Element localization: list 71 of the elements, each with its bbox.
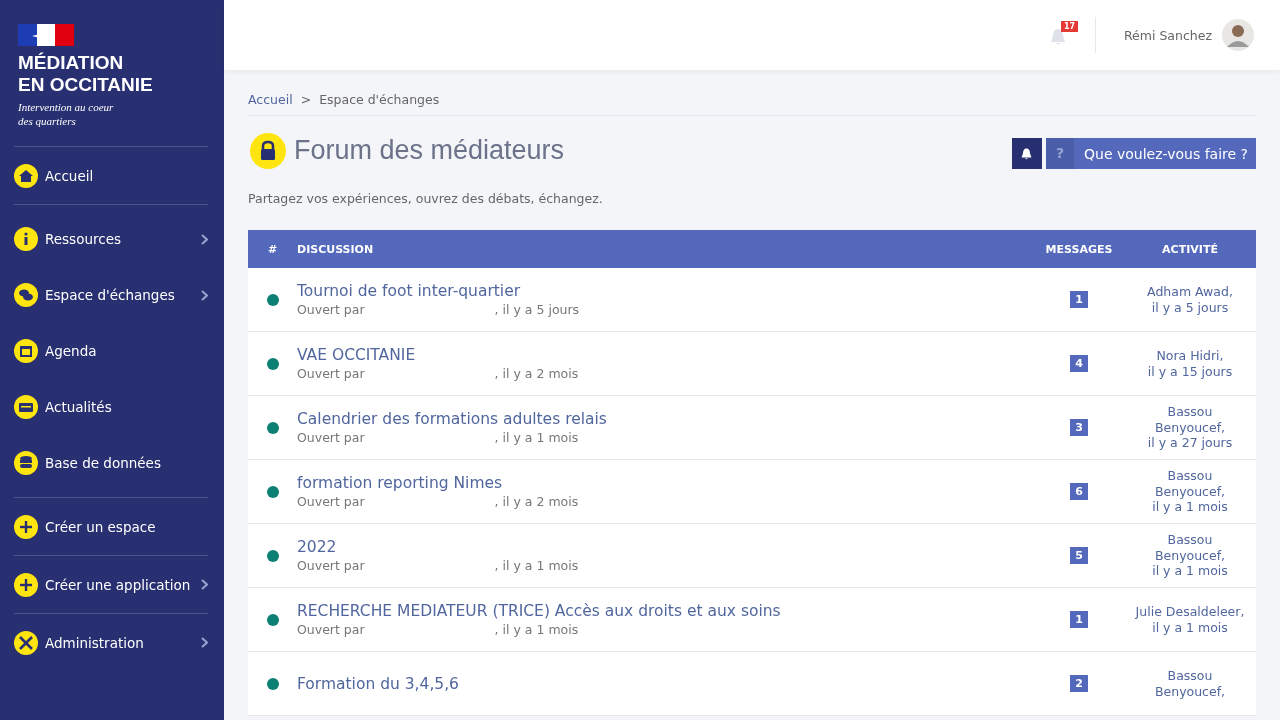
notify-button[interactable] (1012, 138, 1042, 169)
breadcrumb-separator: > (300, 92, 312, 107)
sidebar-item[interactable]: Créer une application (14, 562, 208, 607)
last-activity: Bassou Benyoucef, il y a 1 mois (1152, 531, 1228, 581)
message-count: 2 (1070, 675, 1088, 692)
message-count: 1 (1070, 611, 1088, 628)
discussion-title[interactable]: Formation du 3,4,5,6 (297, 674, 1034, 693)
column-header: DISCUSSION (297, 242, 375, 256)
sidebar-item[interactable]: Ressources (14, 211, 208, 267)
brand-title: MÉDIATION EN OCCITANIE (18, 52, 154, 96)
chat-icon (14, 283, 38, 307)
opened-by: Ouvert par (297, 558, 365, 573)
avatar[interactable] (1222, 19, 1254, 51)
tools-icon (14, 630, 38, 655)
sidebar-item[interactable]: Administration (14, 620, 208, 665)
discussion-title[interactable]: Calendrier des formations adultes relais (297, 410, 1034, 428)
discussion-title[interactable]: 2022 (297, 538, 1034, 556)
opened-time: , il y a 1 mois (494, 430, 579, 445)
page-subtitle: Partagez vos expériences, ouvrez des débats, échangez. (248, 191, 604, 206)
opened-by: Ouvert par (297, 430, 365, 445)
opened-time: , il y a 2 mois (494, 366, 579, 381)
breadcrumb-current: Espace d'échanges (319, 92, 440, 107)
message-count: 5 (1070, 547, 1088, 564)
last-activity: Bassou Benyoucef, (1154, 667, 1226, 701)
sidebar-item[interactable]: Actualités (14, 379, 208, 435)
news-icon (14, 395, 38, 419)
plus-icon (14, 572, 38, 597)
opened-by: Ouvert par (297, 366, 365, 381)
opened-time: , il y a 1 mois (494, 622, 579, 637)
brand-tagline: Intervention au coeur des quartiers (18, 100, 115, 128)
db-icon (14, 451, 38, 475)
calendar-icon (14, 339, 38, 363)
opened-by: Ouvert par (297, 302, 365, 317)
discussion-title[interactable]: Tournoi de foot inter-quartier (297, 282, 1034, 300)
message-count: 3 (1070, 419, 1088, 436)
breadcrumb-link[interactable]: Accueil (248, 92, 293, 107)
sidebar-item[interactable]: Espace d'échanges (14, 267, 208, 323)
last-activity: Bassou Benyoucef, il y a 27 jours (1147, 403, 1233, 453)
sidebar-item[interactable]: Créer un espace (14, 504, 208, 549)
last-activity: Julie Desaldeleer, il y a 1 mois (1135, 603, 1245, 637)
message-count: 6 (1070, 483, 1088, 500)
last-activity: Nora Hidri, il y a 15 jours (1147, 347, 1233, 381)
opened-time: , il y a 1 mois (494, 558, 579, 573)
bell-icon[interactable] (1049, 27, 1067, 47)
plus-icon (14, 514, 38, 539)
column-header: ACTIVITÉ (1161, 242, 1219, 256)
sidebar-item[interactable]: Accueil (14, 153, 208, 198)
column-header: # (266, 242, 279, 256)
lock-icon (250, 132, 286, 169)
opened-time: , il y a 5 jours (494, 302, 580, 317)
flag-logo (18, 24, 74, 46)
bell-icon (1020, 146, 1034, 161)
sidebar-item[interactable]: Agenda (14, 323, 208, 379)
sidebar-item[interactable]: Base de données (14, 435, 208, 491)
page-title: Forum des médiateurs (294, 135, 566, 166)
message-count: 1 (1070, 291, 1088, 308)
info-icon (14, 227, 38, 251)
opened-by: Ouvert par (297, 622, 365, 637)
discussion-title[interactable]: formation reporting Nimes (297, 474, 1034, 492)
last-activity: Adham Awad, il y a 5 jours (1147, 283, 1233, 317)
user-name[interactable]: Rémi Sanchez (1124, 27, 1212, 43)
message-count: 4 (1070, 355, 1088, 372)
opened-time: , il y a 2 mois (494, 494, 579, 509)
notification-badge: 17 (1061, 21, 1079, 32)
home-icon (14, 163, 38, 188)
last-activity: Bassou Benyoucef, il y a 1 mois (1152, 467, 1228, 517)
opened-by: Ouvert par (297, 494, 365, 509)
discussion-title[interactable]: VAE OCCITANIE (297, 346, 1034, 364)
column-header: MESSAGES (1044, 242, 1114, 256)
help-button[interactable]: ? Que voulez-vous faire ? (1046, 138, 1256, 169)
discussion-title[interactable]: RECHERCHE MEDIATEUR (TRICE) Accès aux droits et aux soins (297, 602, 1034, 620)
